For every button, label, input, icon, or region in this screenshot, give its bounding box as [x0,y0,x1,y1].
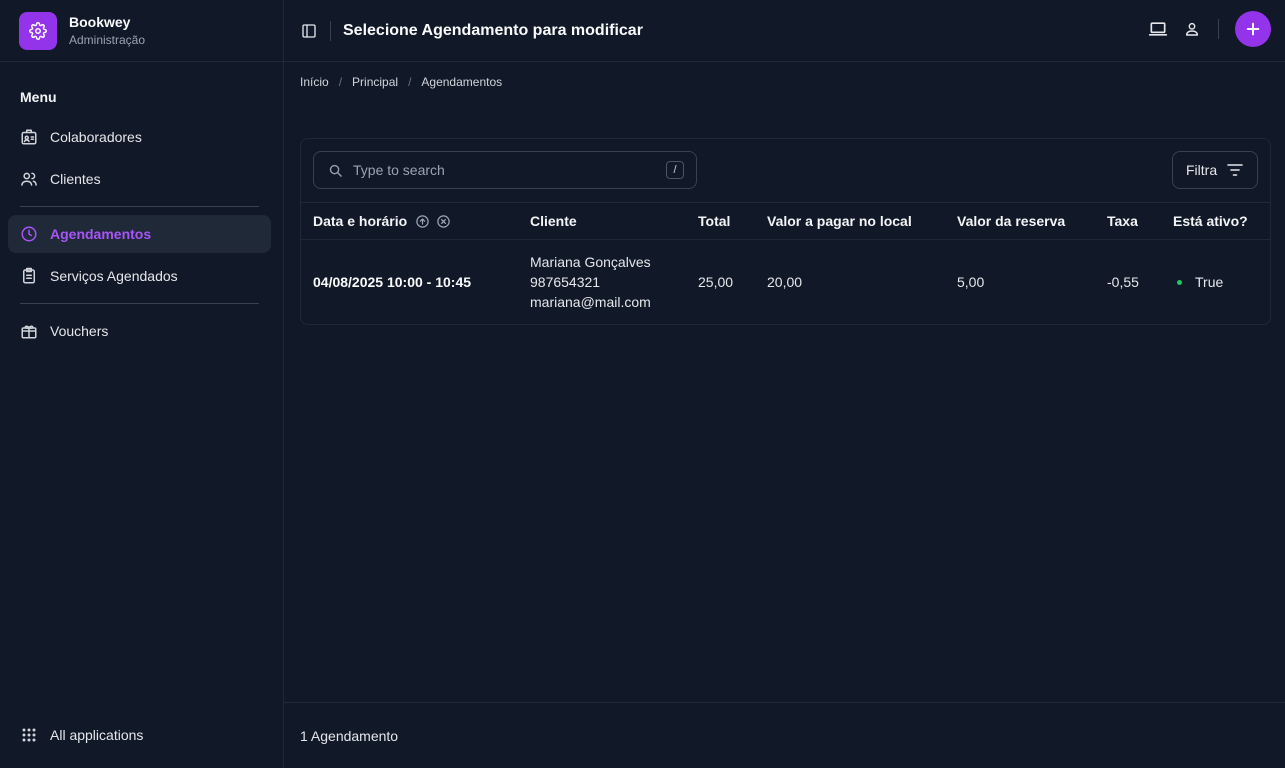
breadcrumb-separator: / [338,75,343,89]
column-header-fee[interactable]: Taxa [1107,203,1138,239]
plus-icon [1246,22,1260,36]
sidebar-item-all-applications[interactable]: All applications [8,716,271,754]
status-dot [1177,279,1182,285]
sidebar-item-colaboradores[interactable]: Colaboradores [8,118,271,156]
topbar: Selecione Agendamento para modificar [284,0,1285,62]
brand-subtitle: Administração [69,32,146,47]
cell-fee: -0,55 [1107,274,1139,290]
appointments-table-card: / Filtra Data e horário Cliente Total [300,138,1271,325]
id-card-icon [20,128,38,146]
brand-name: Bookwey [69,13,131,30]
record-count: 1 Agendamento [300,727,399,744]
breadcrumb-item-inicio[interactable]: Início [300,75,329,89]
grid-icon [20,726,38,744]
clear-sort-icon[interactable] [436,214,451,229]
cell-reservation-value: 5,00 [957,274,985,290]
brand[interactable]: Bookwey Administração [0,0,283,62]
sidebar-item-label: Colaboradores [50,129,142,145]
sidebar-item-vouchers[interactable]: Vouchers [8,312,271,350]
client-phone: 987654321 [530,274,601,290]
client-name: Mariana Gonçalves [530,254,651,270]
sidebar-toggle-icon[interactable] [300,22,318,40]
cell-client: Mariana Gonçalves 987654321 mariana@mail… [530,240,651,324]
column-header-active[interactable]: Está ativo? [1173,203,1248,239]
breadcrumb-separator: / [408,75,412,89]
sidebar-item-clientes[interactable]: Clientes [8,160,271,198]
sidebar-item-label: All applications [50,727,144,743]
filter-button[interactable]: Filtra [1172,151,1258,189]
table-footer: 1 Agendamento [284,702,1285,768]
sidebar-item-agendamentos[interactable]: Agendamentos [8,215,271,253]
clock-icon [20,225,38,243]
column-header-reservation-value[interactable]: Valor da reserva [957,203,1065,239]
table-header: Data e horário Cliente Total Valor a pag… [301,202,1270,240]
cell-date-time[interactable]: 04/08/2025 10:00 - 10:45 [313,240,471,324]
page-title: Selecione Agendamento para modificar [343,21,643,39]
column-header-cliente[interactable]: Cliente [530,203,577,239]
sidebar-item-label: Agendamentos [50,226,152,242]
user-icon[interactable] [1180,17,1204,41]
column-header-total[interactable]: Total [698,203,730,239]
filter-button-label: Filtra [1186,162,1218,178]
cell-pay-on-site: 20,00 [767,274,803,290]
status-badge: True [1195,274,1224,290]
users-icon [20,170,38,188]
sidebar-item-label: Clientes [50,171,101,187]
breadcrumb: Início / Principal / Agendamentos [300,75,502,89]
sidebar: Bookwey Administração Menu Colaboradores… [0,0,284,768]
column-header-label: Data e horário [313,213,408,229]
gear-icon [19,11,57,50]
filter-icon [1227,163,1243,177]
sidebar-divider [20,206,259,207]
breadcrumb-item-principal[interactable]: Principal [352,75,398,89]
search-input[interactable] [353,162,653,178]
column-header-pay-on-site[interactable]: Valor a pagar no local [767,203,912,239]
sidebar-item-label: Vouchers [50,323,109,339]
sidebar-item-servicos-agendados[interactable]: Serviços Agendados [8,257,271,295]
laptop-icon[interactable] [1146,17,1170,41]
topbar-divider [1218,19,1219,39]
sidebar-item-label: Serviços Agendados [50,268,178,284]
column-header-date-time[interactable]: Data e horário [313,203,451,239]
table-row[interactable]: 04/08/2025 10:00 - 10:45 Mariana Gonçalv… [301,240,1270,324]
menu-heading: Menu [20,89,57,105]
sort-ascending-icon[interactable] [415,214,430,229]
search-icon [328,163,343,178]
client-email: mariana@mail.com [530,294,651,310]
cell-active: True [1173,240,1223,324]
cell-total: 25,00 [698,274,734,290]
breadcrumb-item-agendamentos: Agendamentos [421,75,503,89]
gift-icon [20,322,38,340]
add-button[interactable] [1235,11,1271,47]
search-shortcut-key: / [666,161,684,179]
sidebar-divider [20,303,259,304]
clipboard-list-icon [20,267,38,285]
topbar-divider [330,20,331,41]
search-box[interactable]: / [313,151,697,189]
